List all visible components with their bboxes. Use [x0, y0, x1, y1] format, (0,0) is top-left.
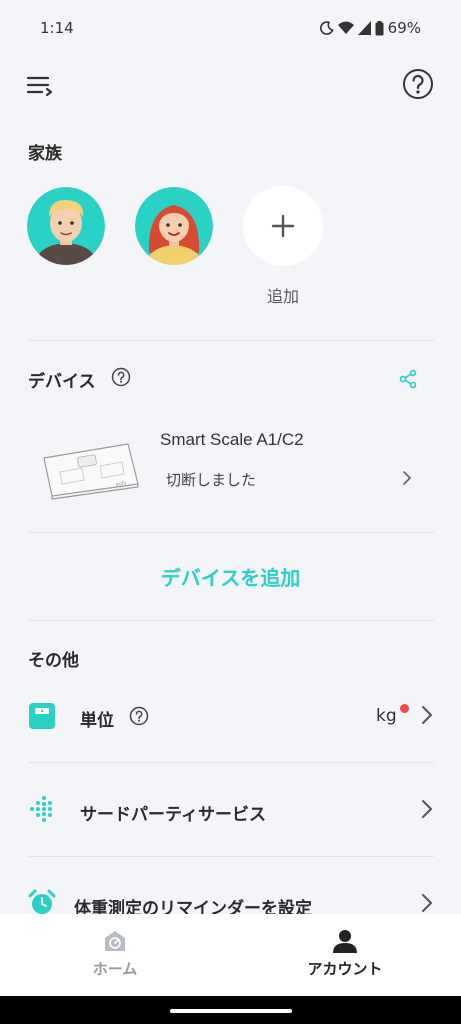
- unit-label: 単位: [80, 711, 114, 731]
- home-gesture-handle[interactable]: [170, 1009, 292, 1013]
- bottom-navigation: ホーム アカウント: [0, 914, 461, 996]
- devices-help-button[interactable]: [111, 367, 131, 387]
- family-member-avatar-female[interactable]: [135, 187, 213, 265]
- third-party-chevron-right-icon: [419, 798, 435, 820]
- divider: [28, 856, 434, 857]
- divider: [28, 620, 434, 621]
- devices-section-title: デバイス: [28, 372, 96, 392]
- battery-percent: 69%: [387, 19, 421, 37]
- help-icon: [403, 69, 433, 99]
- unit-help-button[interactable]: [129, 706, 149, 726]
- divider: [28, 762, 434, 763]
- device-chevron-right-icon: [400, 469, 414, 487]
- device-name: Smart Scale A1/C2: [160, 430, 304, 449]
- unit-value: kg: [376, 706, 397, 726]
- wifi-icon: [337, 21, 354, 35]
- male-avatar-icon: [27, 187, 105, 265]
- help-icon: [111, 367, 131, 387]
- family-section-title: 家族: [28, 144, 62, 164]
- unit-chevron-right-icon: [419, 704, 435, 726]
- add-family-member-label: 追加: [266, 287, 299, 306]
- fitbit-icon: [28, 795, 56, 823]
- help-button[interactable]: [402, 68, 434, 100]
- status-time: 1:14: [40, 19, 74, 37]
- plus-icon: [271, 214, 295, 238]
- scale-unit-icon: [28, 702, 56, 730]
- smart-scale-image: eufy: [38, 440, 142, 500]
- share-device-button[interactable]: [398, 369, 418, 389]
- account-icon: [333, 930, 357, 953]
- third-party-services-label: サードパーティサービス: [80, 805, 266, 825]
- add-device-button[interactable]: デバイスを追加: [0, 562, 461, 591]
- device-status: 切断しました: [166, 471, 257, 489]
- status-bar: 1:14 69%: [0, 0, 461, 56]
- battery-icon: [375, 20, 384, 36]
- family-member-avatar-male[interactable]: [27, 187, 105, 265]
- share-icon: [399, 369, 417, 389]
- other-section-title: その他: [28, 651, 79, 671]
- nav-account-tab[interactable]: アカウント: [230, 914, 460, 996]
- status-icons: 69%: [319, 19, 421, 37]
- alarm-clock-icon: [28, 889, 56, 917]
- reminder-chevron-right-icon: [419, 892, 435, 914]
- menu-button[interactable]: [26, 70, 56, 100]
- menu-icon: [26, 76, 53, 97]
- nav-account-label: アカウント: [307, 960, 383, 978]
- divider: [28, 532, 434, 533]
- notification-badge: [400, 704, 409, 713]
- divider: [28, 340, 434, 341]
- nav-home-label: ホーム: [92, 960, 138, 978]
- add-family-member-button[interactable]: [243, 186, 323, 266]
- female-avatar-icon: [135, 187, 213, 265]
- home-icon: [105, 931, 125, 951]
- help-icon: [129, 706, 149, 726]
- nav-home-tab[interactable]: ホーム: [0, 914, 230, 996]
- signal-icon: [357, 21, 371, 35]
- do-not-disturb-icon: [319, 21, 334, 35]
- svg-text:eufy: eufy: [115, 480, 127, 488]
